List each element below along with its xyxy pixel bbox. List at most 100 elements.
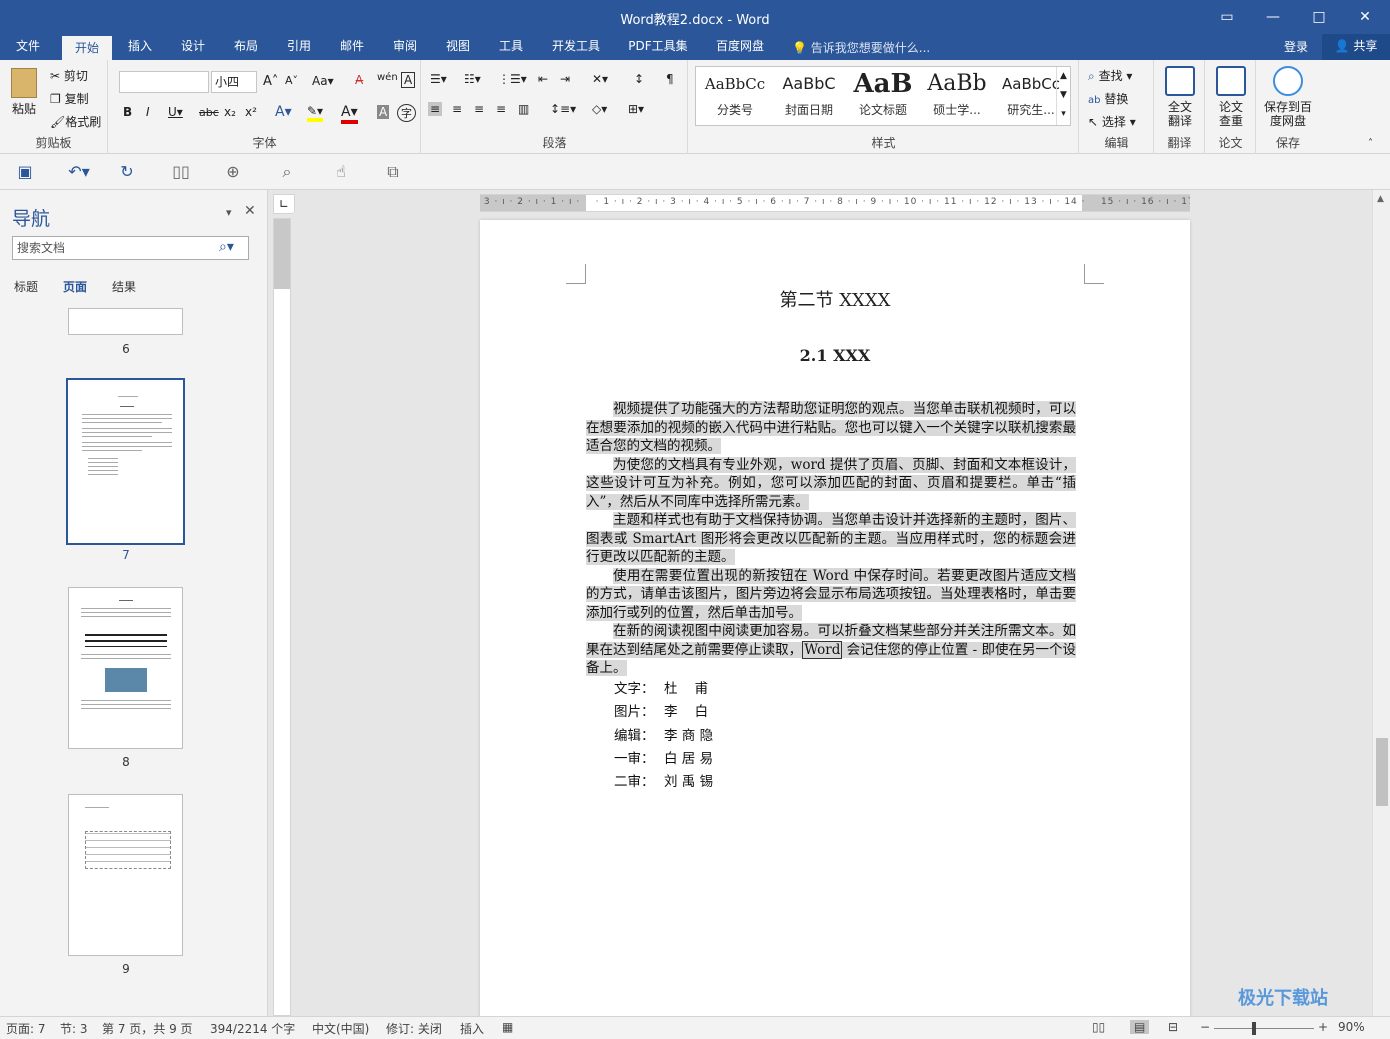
- tab-design[interactable]: 设计: [171, 34, 215, 60]
- paste-button[interactable]: 粘贴: [6, 68, 42, 116]
- shading-icon[interactable]: ◇▾: [592, 102, 607, 116]
- change-case-button[interactable]: Aa▾: [312, 74, 334, 88]
- find-button[interactable]: ⌕ 查找 ▾: [1088, 67, 1132, 84]
- numbering-icon[interactable]: ☷▾: [464, 72, 481, 86]
- cut-button[interactable]: ✂ 剪切: [50, 67, 88, 84]
- nav-close-icon[interactable]: ✕: [244, 203, 256, 219]
- minimize-button[interactable]: —: [1262, 6, 1284, 28]
- touch-mode-icon[interactable]: ☝: [330, 162, 352, 182]
- font-name-box[interactable]: [119, 71, 209, 93]
- nav-search-input[interactable]: 搜索文档: [12, 236, 249, 260]
- align-right-icon[interactable]: ≡: [474, 102, 484, 116]
- tab-view[interactable]: 视图: [436, 34, 480, 60]
- page-thumbnail-selected[interactable]: [66, 378, 185, 545]
- redo-icon[interactable]: ↻: [116, 162, 138, 182]
- style-item[interactable]: AaB 论文标题: [846, 69, 920, 125]
- borders-icon[interactable]: ⊞▾: [628, 102, 644, 116]
- search-icon[interactable]: ⌕▾: [219, 239, 234, 255]
- pinyin-guide-icon[interactable]: wén: [377, 72, 398, 83]
- subscript-icon[interactable]: x₂: [224, 105, 236, 119]
- share-button[interactable]: 👤 共享: [1322, 34, 1390, 60]
- format-painter-button[interactable]: 🖌格式刷: [50, 113, 101, 130]
- vertical-scrollbar[interactable]: ▲: [1372, 190, 1390, 1016]
- text-effects-icon[interactable]: A▾: [275, 104, 292, 120]
- multilevel-list-icon[interactable]: ⋮☰▾: [498, 72, 527, 86]
- tab-insert[interactable]: 插入: [118, 34, 162, 60]
- tab-references[interactable]: 引用: [277, 34, 321, 60]
- font-size-box[interactable]: 小四: [211, 71, 257, 93]
- macro-record-icon[interactable]: ▦: [502, 1020, 513, 1034]
- tab-layout[interactable]: 布局: [224, 34, 268, 60]
- customize-qat-icon[interactable]: ⧉: [382, 162, 404, 182]
- char-border-icon[interactable]: A: [401, 72, 416, 88]
- tab-pdf-tools[interactable]: PDF工具集: [618, 34, 698, 60]
- scrollbar-thumb[interactable]: [1376, 738, 1388, 806]
- grow-font-icon[interactable]: A˄: [263, 74, 278, 89]
- tab-review[interactable]: 审阅: [383, 34, 427, 60]
- tab-home[interactable]: 开始: [62, 34, 112, 60]
- style-item[interactable]: AaBb 硕士学...: [920, 69, 994, 125]
- increase-indent-icon[interactable]: ⇥: [560, 72, 570, 86]
- styles-scroll-icon[interactable]: ▲ ▼ ▾: [1056, 67, 1070, 125]
- underline-icon[interactable]: U▾: [168, 105, 183, 119]
- highlight-icon[interactable]: ✎▾: [307, 104, 324, 122]
- select-button[interactable]: ↖ 选择 ▾: [1088, 113, 1136, 130]
- tab-baidu-netdisk[interactable]: 百度网盘: [706, 34, 774, 60]
- chinese-layout-icon[interactable]: ✕▾: [592, 72, 608, 86]
- nav-tab-results[interactable]: 结果: [112, 278, 136, 295]
- web-layout-icon[interactable]: ⊕: [222, 162, 244, 182]
- superscript-icon[interactable]: x²: [245, 105, 257, 119]
- align-left-icon[interactable]: ≡: [428, 102, 443, 116]
- maximize-button[interactable]: □: [1308, 6, 1330, 28]
- clear-format-icon[interactable]: A̶: [355, 73, 363, 87]
- char-shading-icon[interactable]: A: [377, 105, 390, 119]
- document-body[interactable]: 视频提供了功能强大的方法帮助您证明您的观点。当您单击联机视频时，可以在想要添加的…: [586, 400, 1077, 678]
- align-center-icon[interactable]: ≡: [452, 102, 462, 116]
- document-page[interactable]: 第二节 XXXX 2.1 XXX 视频提供了功能强大的方法帮助您证明您的观点。当…: [480, 220, 1190, 1016]
- status-track-changes[interactable]: 修订: 关闭: [386, 1020, 442, 1037]
- read-mode-icon[interactable]: ▯▯: [170, 162, 192, 182]
- show-marks-icon[interactable]: ¶: [666, 72, 674, 86]
- page-thumbnail[interactable]: [68, 308, 183, 335]
- vertical-ruler[interactable]: [273, 218, 291, 1016]
- tab-tools[interactable]: 工具: [489, 34, 533, 60]
- shrink-font-icon[interactable]: A˅: [285, 74, 298, 87]
- decrease-indent-icon[interactable]: ⇤: [538, 72, 548, 86]
- font-color-icon[interactable]: A▾: [341, 104, 358, 124]
- style-item[interactable]: AaBbC 封面日期: [772, 69, 846, 125]
- strikethrough-icon[interactable]: abc: [199, 106, 219, 119]
- style-item[interactable]: AaBbCc 分类号: [698, 69, 772, 125]
- tab-file[interactable]: 文件: [4, 34, 52, 60]
- collapse-ribbon-icon[interactable]: ˄: [1368, 138, 1373, 149]
- horizontal-ruler[interactable]: 3 · ı · 2 · ı · 1 · ı · · 1 · ı · 2 · ı …: [480, 194, 1190, 212]
- web-layout-view-icon[interactable]: ⊟: [1168, 1020, 1178, 1034]
- undo-icon[interactable]: ↶▾: [64, 162, 94, 182]
- paper-check-button[interactable]: 论文查重: [1210, 66, 1252, 128]
- status-insert-mode[interactable]: 插入: [460, 1020, 484, 1037]
- login-link[interactable]: 登录: [1284, 38, 1308, 55]
- bold-icon[interactable]: B: [123, 105, 132, 119]
- read-mode-view-icon[interactable]: ▯▯: [1092, 1020, 1105, 1034]
- page-thumbnail[interactable]: [68, 587, 183, 749]
- status-page-of[interactable]: 第 7 页，共 9 页: [102, 1020, 193, 1037]
- justify-icon[interactable]: ≡: [496, 102, 506, 116]
- close-button[interactable]: ✕: [1354, 6, 1376, 28]
- full-translate-button[interactable]: 全文翻译: [1159, 66, 1201, 128]
- replace-button[interactable]: ab 替换: [1088, 90, 1128, 107]
- nav-tab-pages[interactable]: 页面: [63, 278, 87, 295]
- save-icon[interactable]: ▣: [14, 162, 36, 182]
- page-thumbnail[interactable]: [68, 794, 183, 956]
- zoom-slider[interactable]: [1214, 1028, 1314, 1029]
- line-spacing-icon[interactable]: ↕≡▾: [550, 102, 576, 116]
- print-layout-view-icon[interactable]: ▤: [1130, 1020, 1150, 1034]
- print-preview-icon[interactable]: ⌕: [276, 162, 298, 182]
- italic-icon[interactable]: I: [146, 105, 150, 119]
- nav-tab-headings[interactable]: 标题: [14, 278, 38, 295]
- enclose-char-icon[interactable]: 字: [397, 104, 416, 122]
- bullets-icon[interactable]: ☰▾: [430, 72, 447, 86]
- distributed-icon[interactable]: ▥: [518, 102, 529, 116]
- sort-icon[interactable]: ↕: [634, 72, 644, 86]
- status-word-count[interactable]: 394/2214 个字: [210, 1020, 295, 1037]
- tab-mailings[interactable]: 邮件: [330, 34, 374, 60]
- status-page[interactable]: 页面: 7: [6, 1020, 46, 1037]
